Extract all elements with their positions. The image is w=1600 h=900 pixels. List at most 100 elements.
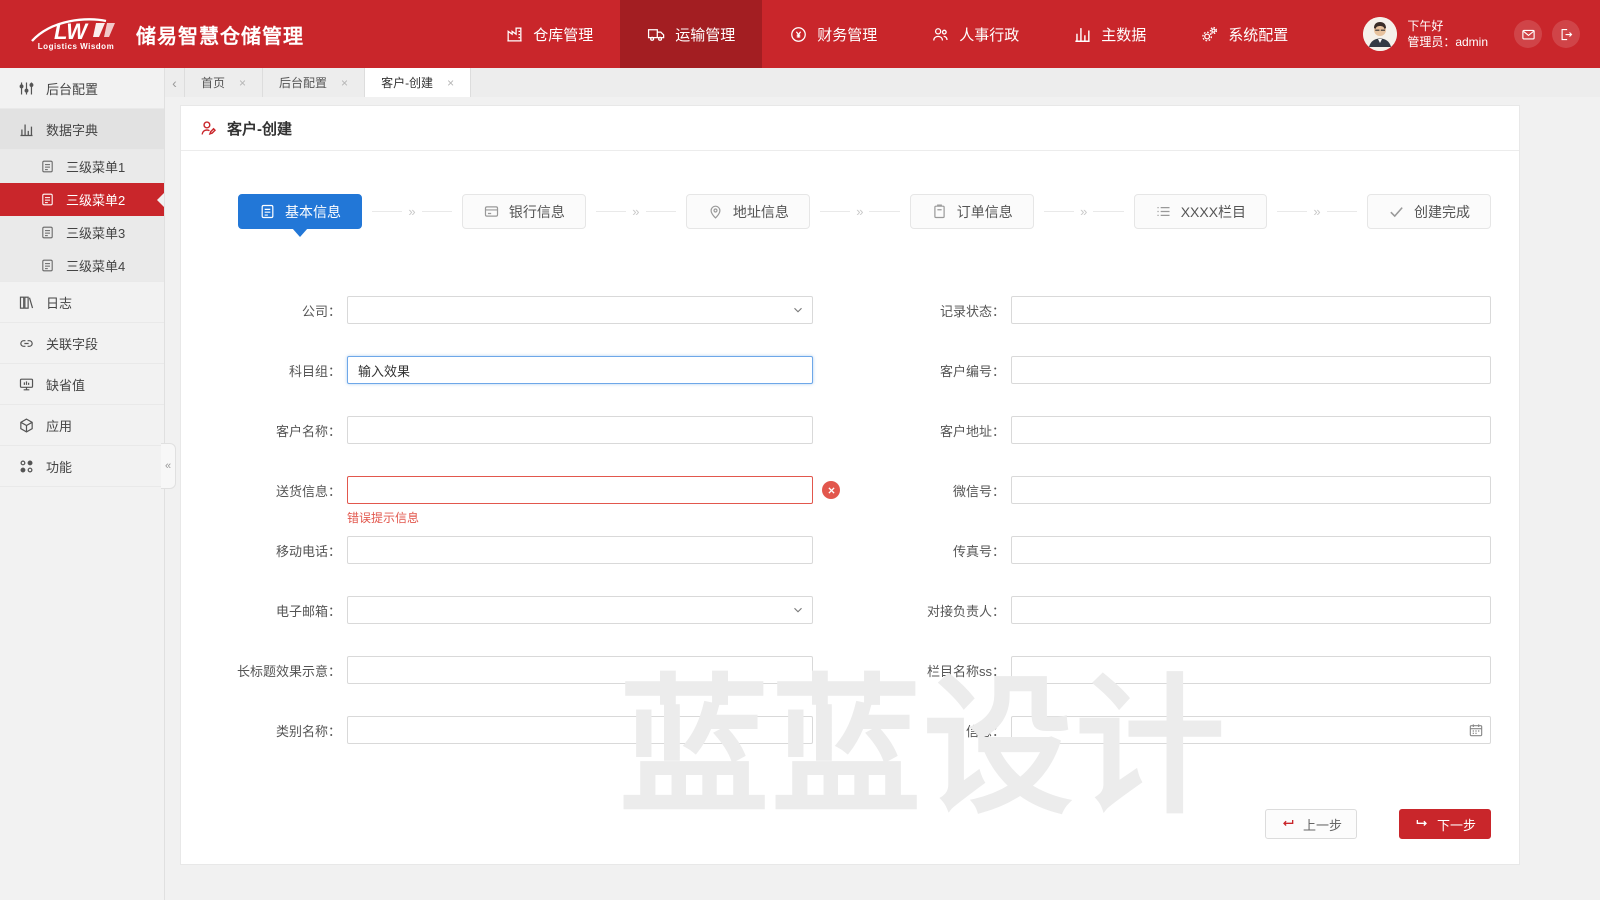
step-xxxx-column[interactable]: XXXX栏目 (1134, 194, 1267, 229)
sidebar-item-label: 功能 (46, 457, 72, 476)
sidebar-item-functions[interactable]: 功能 (0, 446, 164, 487)
field-label: 客户编号： (837, 361, 1005, 380)
step-create-complete[interactable]: 创建完成 (1367, 194, 1491, 229)
field-label: 电子邮箱： (181, 601, 341, 620)
field-label: 客户地址： (837, 421, 1005, 440)
customer-name-input[interactable] (347, 416, 813, 444)
logo-icon: LW (30, 17, 122, 45)
footer-buttons: 上一步 下一步 (1265, 809, 1491, 839)
finance-icon (789, 25, 808, 44)
contact-person-input[interactable] (1011, 596, 1491, 624)
next-step-button[interactable]: 下一步 (1399, 809, 1491, 839)
page-title: 客户-创建 (227, 118, 292, 139)
nav-transport[interactable]: 运输管理 (620, 0, 762, 68)
nav-finance[interactable]: 财务管理 (762, 0, 904, 68)
record-status-input[interactable] (1011, 296, 1491, 324)
step-connector: » (1277, 204, 1357, 219)
step-connector: » (372, 204, 452, 219)
customer-number-input[interactable] (1011, 356, 1491, 384)
close-icon[interactable]: × (341, 76, 348, 90)
email-select[interactable] (347, 596, 813, 624)
tab-label: 首页 (201, 74, 225, 91)
arrow-back-icon (1280, 816, 1296, 832)
sidebar-item-linked-fields[interactable]: 关联字段 (0, 323, 164, 364)
step-basic-info[interactable]: 基本信息 (238, 194, 362, 229)
calendar-icon[interactable] (1468, 722, 1484, 738)
sidebar-item-submenu-4[interactable]: 三级菜单4 (0, 249, 164, 282)
cube-icon (18, 417, 35, 434)
long-title-input[interactable] (347, 656, 813, 684)
field-label: 送货信息： (181, 481, 341, 500)
chevron-double-icon: » (1080, 204, 1087, 219)
field-column-name-ss: 栏目名称ss： (837, 656, 1491, 684)
logout-icon (1559, 27, 1574, 42)
sidebar: 后台配置 数据字典 三级菜单1 三级菜单2 三级菜单3 三级菜单4 日志 (0, 68, 165, 900)
delivery-info-input[interactable] (347, 476, 813, 504)
step-bank-info[interactable]: 银行信息 (462, 194, 586, 229)
sidebar-item-logs[interactable]: 日志 (0, 282, 164, 323)
wechat-id-input[interactable] (1011, 476, 1491, 504)
field-fax-number: 传真号： (837, 536, 1491, 564)
field-company: 公司： (181, 296, 813, 324)
fax-number-input[interactable] (1011, 536, 1491, 564)
mail-button[interactable] (1514, 20, 1542, 48)
nav-label: 系统配置 (1228, 24, 1288, 45)
prev-step-button[interactable]: 上一步 (1265, 809, 1357, 839)
company-select[interactable] (347, 296, 813, 324)
nav-warehouse[interactable]: 仓库管理 (478, 0, 620, 68)
sidebar-item-default-values[interactable]: 缺省值 (0, 364, 164, 405)
sidebar-item-data-dictionary[interactable]: 数据字典 (0, 109, 164, 150)
tab-bar: ‹ 首页 × 后台配置 × 客户-创建 × (165, 68, 1600, 97)
customer-address-input[interactable] (1011, 416, 1491, 444)
sidebar-item-submenu-2[interactable]: 三级菜单2 (0, 183, 164, 216)
people-icon (931, 25, 950, 44)
subject-group-input[interactable] (347, 356, 813, 384)
category-name-input[interactable] (347, 716, 813, 744)
mobile-phone-input[interactable] (347, 536, 813, 564)
logs-icon (18, 294, 35, 311)
data-dictionary-icon (18, 121, 35, 138)
tab-customer-create[interactable]: 客户-创建 × (365, 68, 471, 97)
sidebar-item-application[interactable]: 应用 (0, 405, 164, 446)
main-nav: 仓库管理 运输管理 财务管理 人事行政 主数据 (478, 0, 1315, 68)
sliders-icon (18, 80, 35, 97)
error-message: 错误提示信息 (347, 509, 419, 526)
info-date-input[interactable] (1011, 716, 1491, 744)
nav-masterdata[interactable]: 主数据 (1046, 0, 1173, 68)
sidebar-collapse-handle[interactable]: « (161, 443, 176, 489)
field-customer-address: 客户地址： (837, 416, 1491, 444)
logout-button[interactable] (1552, 20, 1580, 48)
field-category-name: 类别名称： (181, 716, 813, 744)
logo-subtext: Logistics Wisdom (38, 42, 114, 51)
sidebar-item-backend-config[interactable]: 后台配置 (0, 68, 164, 109)
sidebar-item-label: 应用 (46, 416, 72, 435)
step-address-info[interactable]: 地址信息 (686, 194, 810, 229)
chevron-double-icon: » (408, 204, 415, 219)
field-email: 电子邮箱： (181, 596, 813, 624)
step-order-info[interactable]: 订单信息 (910, 194, 1034, 229)
close-icon[interactable]: × (239, 76, 246, 90)
field-label: 长标题效果示意： (181, 661, 341, 680)
gear-icon (1200, 25, 1219, 44)
field-contact-person: 对接负责人： (837, 596, 1491, 624)
sidebar-item-submenu-3[interactable]: 三级菜单3 (0, 216, 164, 249)
tab-home[interactable]: 首页 × (185, 68, 263, 97)
logo-text: LW (54, 19, 89, 44)
document-icon (40, 258, 55, 273)
tab-backend-config[interactable]: 后台配置 × (263, 68, 365, 97)
field-label: 类别名称： (181, 721, 341, 740)
field-long-title-demo: 长标题效果示意： (181, 656, 813, 684)
nav-system-config[interactable]: 系统配置 (1173, 0, 1315, 68)
chevron-double-icon: » (1313, 204, 1320, 219)
user-greeting: 下午好 (1407, 18, 1488, 34)
field-subject-group: 科目组： (181, 356, 813, 384)
field-customer-name: 客户名称： (181, 416, 813, 444)
avatar[interactable] (1363, 17, 1397, 51)
column-name-ss-input[interactable] (1011, 656, 1491, 684)
close-icon[interactable]: × (447, 76, 454, 90)
tab-scroll-back-button[interactable]: ‹ (165, 68, 185, 97)
field-label: 科目组： (181, 361, 341, 380)
nav-label: 人事行政 (959, 24, 1019, 45)
nav-hr[interactable]: 人事行政 (904, 0, 1046, 68)
sidebar-item-submenu-1[interactable]: 三级菜单1 (0, 150, 164, 183)
